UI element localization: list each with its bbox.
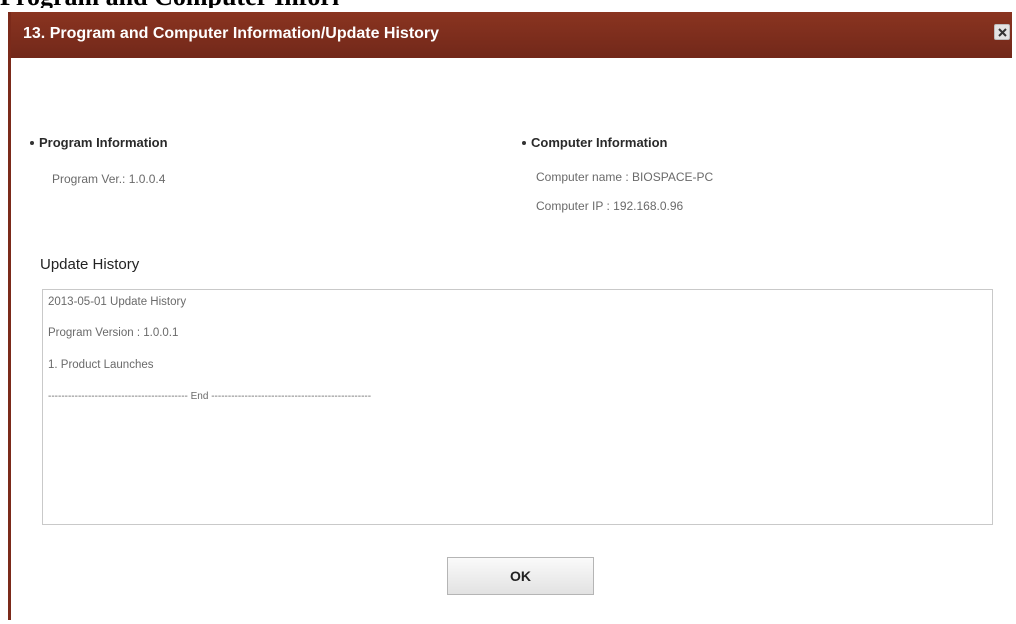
computer-ip: Computer IP : 192.168.0.96 [536,199,684,213]
info-dialog: 13. Program and Computer Information/Upd… [8,12,1012,620]
computer-info-heading-text: Computer Information [531,135,668,150]
history-line: Program Version : 1.0.0.1 [48,327,179,339]
bullet-icon [30,140,34,145]
close-button[interactable] [994,24,1010,40]
update-history-heading: Update History [40,256,140,273]
update-history-textarea[interactable]: 2013-05-01 Update History Program Versio… [42,289,993,525]
program-info-heading: Program Information [30,135,168,150]
program-info-heading-text: Program Information [39,135,168,150]
computer-info-heading: Computer Information [522,135,668,150]
program-info-section: Program Information [30,135,168,150]
dialog-title-bar: 13. Program and Computer Information/Upd… [11,12,1012,58]
computer-info-section: Computer Information [522,135,668,150]
bullet-icon [522,140,526,145]
history-line: 1. Product Launches [48,359,154,371]
program-version: Program Ver.: 1.0.0.4 [52,172,166,186]
history-line: ----------------------------------------… [48,391,372,402]
ok-button[interactable]: OK [447,557,594,595]
dialog-title: 13. Program and Computer Information/Upd… [23,25,440,42]
close-icon [997,27,1007,37]
history-line: 2013-05-01 Update History [48,296,187,308]
computer-name: Computer name : BIOSPACE-PC [536,170,714,184]
page-heading-fragment: Program and Computer Information/Update … [0,0,340,8]
